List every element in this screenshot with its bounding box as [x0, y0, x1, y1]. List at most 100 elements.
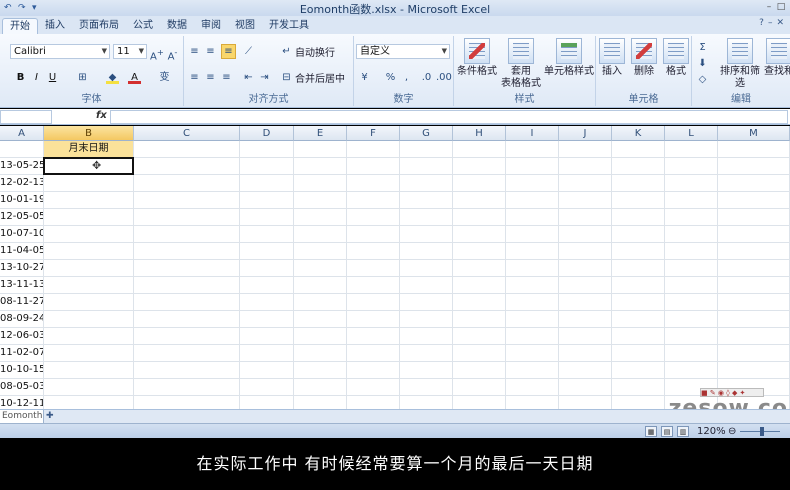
grid-cell[interactable] — [347, 141, 400, 158]
grid-cell[interactable] — [134, 158, 240, 175]
insert-sheet-icon[interactable]: ✚ — [46, 411, 54, 421]
grid-cell[interactable] — [134, 226, 240, 243]
increase-indent-button[interactable]: ⇥ — [258, 70, 271, 85]
grid-cell[interactable] — [665, 226, 718, 243]
grid-cell[interactable] — [559, 311, 612, 328]
zoom-slider-thumb[interactable] — [760, 427, 764, 436]
grid-cell[interactable] — [44, 209, 134, 226]
tab-0[interactable]: 开始 — [2, 18, 38, 34]
grid-cell[interactable] — [400, 226, 453, 243]
grid-cell[interactable] — [665, 243, 718, 260]
grid-cell[interactable] — [506, 175, 559, 192]
insert-cells-button[interactable]: 插入 — [596, 38, 628, 78]
increase-decimal-button[interactable]: .0 — [420, 70, 433, 85]
grid-cell[interactable] — [506, 158, 559, 175]
grid-cell[interactable] — [718, 328, 790, 345]
grid-cell[interactable] — [400, 260, 453, 277]
grid-cell[interactable] — [559, 158, 612, 175]
grid-cell[interactable] — [665, 209, 718, 226]
grid-cell[interactable] — [612, 243, 665, 260]
grid-cell[interactable] — [0, 141, 44, 158]
grid-cell[interactable] — [240, 311, 294, 328]
grid-cell[interactable] — [612, 141, 665, 158]
grid-cell[interactable] — [134, 328, 240, 345]
date-cell[interactable]: 10-12-11 — [0, 396, 44, 409]
grid-cell[interactable] — [134, 192, 240, 209]
grid-cell[interactable] — [347, 243, 400, 260]
grid-cell[interactable] — [718, 192, 790, 209]
merge-center-button[interactable]: ⊟ 合并后居中 — [280, 70, 345, 86]
grid-cell[interactable] — [240, 345, 294, 362]
column-header-f[interactable]: F — [347, 126, 400, 141]
grid-cell[interactable] — [453, 328, 506, 345]
grid-cell[interactable] — [347, 209, 400, 226]
grid-cell[interactable] — [559, 362, 612, 379]
grid-cell[interactable] — [559, 379, 612, 396]
column-header-l[interactable]: L — [665, 126, 718, 141]
column-header-i[interactable]: I — [506, 126, 559, 141]
number-format-combo[interactable]: 自定义 ▼ — [356, 44, 450, 59]
active-cell-b2[interactable] — [43, 157, 134, 175]
column-header-m[interactable]: M — [718, 126, 790, 141]
grid-cell[interactable] — [44, 311, 134, 328]
name-box[interactable] — [0, 110, 52, 124]
grid-cell[interactable] — [718, 311, 790, 328]
grid-cell[interactable] — [718, 209, 790, 226]
grid-cell[interactable] — [506, 192, 559, 209]
autosum-button[interactable]: Σ — [696, 40, 709, 55]
maximize-icon[interactable]: □ — [776, 1, 786, 13]
clear-button[interactable]: ◇ — [696, 72, 709, 87]
grid-cell[interactable] — [240, 175, 294, 192]
fill-color-button[interactable]: ◆ — [106, 70, 119, 85]
phonetic-button[interactable]: 变 — [158, 70, 171, 85]
column-header-b[interactable]: B — [44, 126, 134, 141]
minimize-icon[interactable]: – — [764, 1, 774, 13]
grid-cell[interactable] — [347, 294, 400, 311]
grid-cell[interactable] — [294, 379, 347, 396]
grow-font-button[interactable]: A+ — [150, 44, 164, 62]
grid-cell[interactable] — [134, 379, 240, 396]
tab-5[interactable]: 审阅 — [194, 18, 228, 34]
grid-cell[interactable] — [240, 362, 294, 379]
grid-cell[interactable] — [612, 311, 665, 328]
shrink-font-button[interactable]: A- — [166, 44, 179, 62]
grid-cell[interactable] — [294, 243, 347, 260]
grid-cell[interactable] — [665, 141, 718, 158]
conditional-format-button[interactable]: 条件格式 — [454, 38, 500, 78]
zoom-out-icon[interactable]: ⊖ — [728, 426, 736, 437]
grid-cell[interactable] — [665, 260, 718, 277]
grid-cell[interactable] — [400, 311, 453, 328]
date-cell[interactable]: 13-11-13 — [0, 277, 44, 294]
date-cell[interactable]: 12-06-03 — [0, 328, 44, 345]
month-end-header-cell[interactable]: 月末日期 — [44, 141, 134, 158]
grid-cell[interactable] — [506, 243, 559, 260]
grid-cell[interactable] — [134, 141, 240, 158]
grid-cell[interactable] — [400, 158, 453, 175]
percent-button[interactable]: % — [384, 70, 397, 85]
date-cell[interactable]: 13-05-25 — [0, 158, 44, 175]
grid-cell[interactable] — [347, 345, 400, 362]
format-as-table-button[interactable]: 套用 表格格式 — [498, 38, 544, 90]
grid-cell[interactable] — [453, 226, 506, 243]
grid-cell[interactable] — [400, 379, 453, 396]
grid-cell[interactable] — [294, 328, 347, 345]
grid-cell[interactable] — [400, 209, 453, 226]
date-cell[interactable]: 12-02-13 — [0, 175, 44, 192]
grid-cell[interactable] — [506, 379, 559, 396]
grid-cell[interactable] — [453, 294, 506, 311]
grid-cell[interactable] — [134, 277, 240, 294]
bold-button[interactable]: B — [14, 70, 27, 85]
grid-cell[interactable] — [240, 192, 294, 209]
grid-cell[interactable] — [134, 362, 240, 379]
grid-cell[interactable] — [506, 311, 559, 328]
grid-cell[interactable] — [612, 294, 665, 311]
grid-cell[interactable] — [400, 396, 453, 409]
grid-cell[interactable] — [44, 226, 134, 243]
grid-cell[interactable] — [665, 158, 718, 175]
grid-cell[interactable] — [400, 328, 453, 345]
grid-cell[interactable] — [240, 209, 294, 226]
grid-cell[interactable] — [453, 311, 506, 328]
grid-cell[interactable] — [612, 396, 665, 409]
grid-cell[interactable] — [294, 260, 347, 277]
grid-cell[interactable] — [559, 243, 612, 260]
